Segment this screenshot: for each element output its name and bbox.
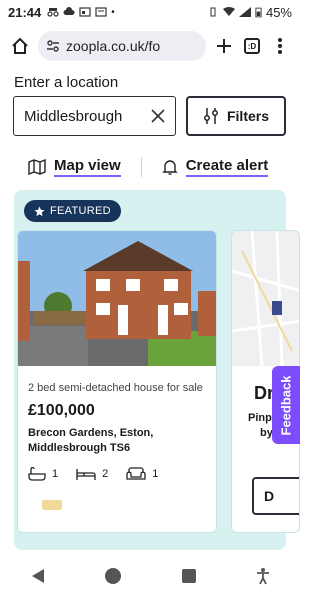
bell-icon [161, 159, 178, 175]
bath-icon [28, 466, 46, 481]
plus-icon [217, 39, 231, 53]
signal-icon [238, 7, 251, 17]
feedback-label: Feedback [278, 375, 294, 435]
recents-icon[interactable] [180, 567, 198, 585]
back-icon[interactable] [29, 567, 47, 585]
featured-label: FEATURED [50, 205, 111, 217]
bathrooms-feature: 1 [28, 466, 59, 481]
property-price: £100,000 [28, 402, 95, 419]
map-thumbnail [232, 231, 299, 367]
accessibility-icon[interactable] [255, 567, 271, 585]
listing-card[interactable]: 2 bed semi-detached house for sale £100,… [17, 230, 217, 533]
property-address: Brecon Gardens, Eston, Middlesbrough TS6 [28, 426, 206, 457]
tab-switcher-button[interactable]: :D [238, 32, 266, 60]
map-icon [28, 159, 46, 175]
location-label: Enter a location [14, 74, 119, 91]
map-view-button[interactable]: Map view [28, 157, 121, 177]
location-value: Middlesbrough [24, 107, 123, 125]
home-icon [12, 37, 28, 54]
sliders-icon [204, 108, 218, 124]
receptions-feature: 1 [126, 467, 158, 481]
status-time: 21:44 [8, 4, 42, 20]
battery-icon [255, 7, 262, 17]
bathrooms-count: 1 [52, 467, 59, 480]
house-photo [18, 231, 216, 366]
filters-label: Filters [226, 108, 269, 124]
menu-button[interactable] [266, 32, 294, 60]
battery-percentage: 45% [265, 4, 292, 20]
clear-icon[interactable] [151, 109, 165, 123]
address-line-1: Brecon Gardens, Eston, [28, 427, 154, 439]
featured-badge: FEATURED [24, 200, 121, 222]
location-input[interactable]: Middlesbrough [13, 96, 176, 136]
calendar-icon [79, 7, 91, 17]
bed-icon [76, 468, 96, 480]
create-alert-button[interactable]: Create alert [161, 157, 269, 177]
star-icon [34, 205, 45, 216]
url-text: zoopla.co.uk/fo [66, 38, 161, 54]
map-image [232, 231, 299, 367]
property-features: 1 2 1 [28, 466, 206, 481]
new-tab-button[interactable] [210, 32, 238, 60]
map-view-label: Map view [54, 157, 121, 177]
sofa-icon [126, 467, 146, 480]
incognito-icon [47, 8, 59, 17]
action-row: Map view Create alert [0, 150, 300, 184]
filters-button[interactable]: Filters [186, 96, 286, 136]
address-line-2: Middlesbrough TS6 [28, 442, 131, 455]
more-vert-icon [278, 38, 282, 54]
system-nav-bar [0, 552, 300, 600]
card2-title: Dr [254, 383, 275, 403]
home-nav-icon[interactable] [104, 567, 122, 585]
bedrooms-count: 2 [102, 467, 109, 480]
card2-cta-button[interactable]: D [252, 477, 299, 515]
vibrate-icon [210, 7, 216, 17]
browser-toolbar: zoopla.co.uk/fo :D [0, 26, 300, 66]
create-alert-label: Create alert [185, 157, 269, 177]
home-button[interactable] [6, 32, 34, 60]
receptions-count: 1 [152, 467, 159, 480]
tab-count: :D [244, 38, 260, 54]
property-image[interactable] [18, 231, 216, 366]
status-bar: 21:44 • 45% [0, 0, 300, 24]
agent-logo [42, 500, 62, 510]
bedrooms-feature: 2 [76, 467, 108, 481]
notification-icon [95, 7, 107, 17]
dot-icon: • [111, 6, 115, 18]
feedback-tab[interactable]: Feedback [272, 366, 300, 444]
site-settings-icon [47, 40, 59, 52]
address-bar[interactable]: zoopla.co.uk/fo [38, 31, 206, 61]
cloud-icon [63, 7, 75, 15]
divider [140, 157, 142, 177]
wifi-icon [222, 7, 235, 16]
property-type: 2 bed semi-detached house for sale [28, 382, 203, 394]
